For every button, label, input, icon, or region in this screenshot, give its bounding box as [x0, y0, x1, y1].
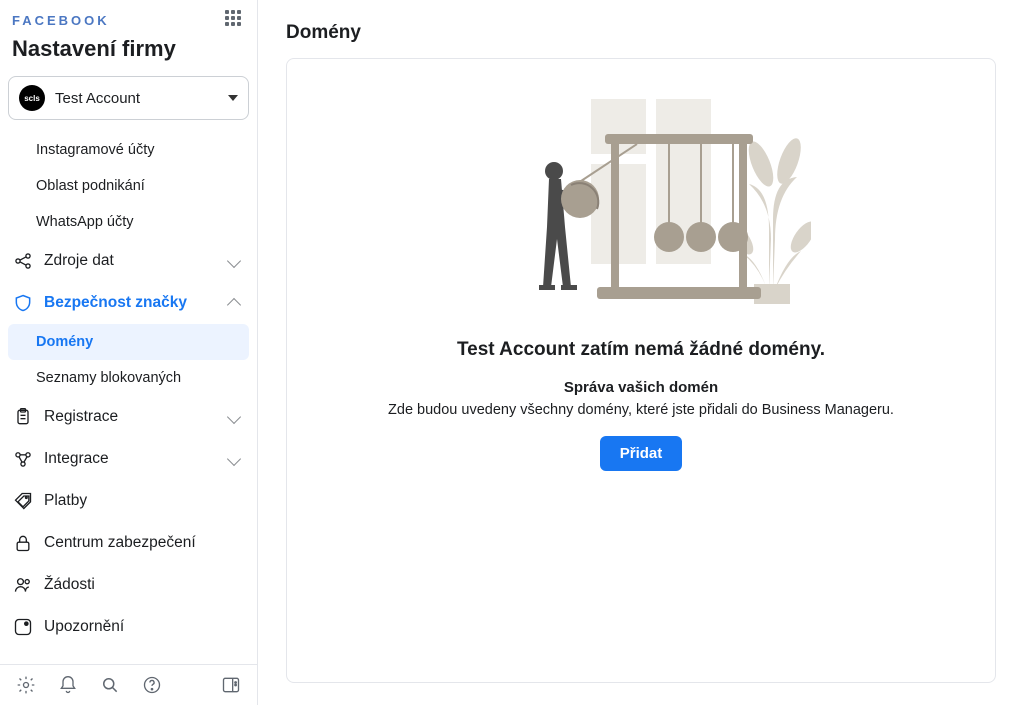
search-icon[interactable]	[100, 675, 120, 695]
sidebar-group-label: Platby	[44, 492, 243, 510]
shield-icon	[12, 292, 34, 314]
empty-state-subtitle: Správa vašich domén	[564, 379, 718, 396]
chevron-up-icon	[227, 298, 241, 312]
clipboard-icon	[12, 406, 34, 428]
sidebar-group-payments[interactable]: Platby	[8, 480, 249, 522]
account-avatar: scls	[19, 85, 45, 111]
empty-state-illustration	[471, 89, 811, 319]
account-selector[interactable]: scls Test Account	[8, 76, 249, 120]
sidebar-item-instagram-accounts[interactable]: Instagramové účty	[8, 132, 249, 168]
sidebar-group-data-sources[interactable]: Zdroje dat	[8, 240, 249, 282]
share-nodes-icon	[12, 250, 34, 272]
sidebar-group-label: Zdroje dat	[44, 252, 229, 270]
sidebar-group-label: Upozornění	[44, 618, 243, 636]
empty-state-description: Zde budou uvedeny všechny domény, které …	[388, 402, 894, 418]
lock-icon	[12, 532, 34, 554]
integration-icon	[12, 448, 34, 470]
settings-gear-icon[interactable]	[16, 675, 36, 695]
sidebar-group-requests[interactable]: Žádosti	[8, 564, 249, 606]
apps-grid-icon[interactable]	[225, 10, 245, 30]
sidebar-group-label: Integrace	[44, 450, 229, 468]
sidebar-item-blocklists[interactable]: Seznamy blokovaných	[8, 360, 249, 396]
sidebar-group-security-center[interactable]: Centrum zabezpečení	[8, 522, 249, 564]
person-icon	[12, 574, 34, 596]
help-icon[interactable]	[142, 675, 162, 695]
account-name: Test Account	[55, 90, 140, 107]
add-button[interactable]: Přidat	[600, 436, 683, 471]
brand-logo: FACEBOOK	[12, 13, 110, 28]
tag-icon	[12, 490, 34, 512]
empty-state-title: Test Account zatím nemá žádné domény.	[457, 339, 825, 361]
sidebar-group-label: Registrace	[44, 408, 229, 426]
chevron-down-icon	[227, 452, 241, 466]
chevron-down-icon	[227, 254, 241, 268]
chevron-down-icon	[227, 410, 241, 424]
sidebar-group-integrations[interactable]: Integrace	[8, 438, 249, 480]
bell-box-icon	[12, 616, 34, 638]
sidebar-item-whatsapp-accounts[interactable]: WhatsApp účty	[8, 204, 249, 240]
page-title: Nastavení firmy	[12, 34, 245, 72]
sidebar-group-brand-safety[interactable]: Bezpečnost značky	[8, 282, 249, 324]
sidebar-group-registration[interactable]: Registrace	[8, 396, 249, 438]
main-title: Domény	[286, 22, 996, 44]
content-card: Test Account zatím nemá žádné domény. Sp…	[286, 58, 996, 683]
sidebar-item-domains[interactable]: Domény	[8, 324, 249, 360]
sidebar: FACEBOOK Nastavení firmy scls Test Accou…	[0, 0, 258, 705]
sidebar-group-notifications[interactable]: Upozornění	[8, 606, 249, 648]
sidebar-group-label: Centrum zabezpečení	[44, 534, 243, 552]
sidebar-group-label: Bezpečnost značky	[44, 294, 229, 312]
bell-icon[interactable]	[58, 675, 78, 695]
sidebar-item-business-area[interactable]: Oblast podnikání	[8, 168, 249, 204]
sidebar-footer	[0, 664, 257, 705]
caret-down-icon	[228, 95, 238, 101]
panel-toggle-icon[interactable]	[221, 675, 241, 695]
sidebar-group-label: Žádosti	[44, 576, 243, 594]
nav-list: Instagramové účty Oblast podnikání Whats…	[0, 132, 257, 664]
main-content: Domény	[258, 0, 1024, 705]
